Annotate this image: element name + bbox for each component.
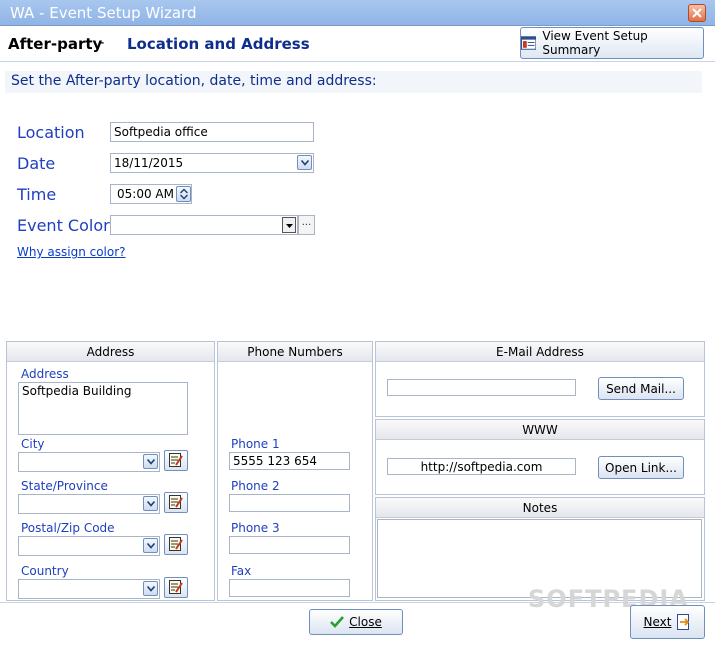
country-edit-button[interactable] [164,577,188,598]
postal-code-edit-button[interactable] [164,534,188,555]
view-summary-button[interactable]: View Event Setup Summary [520,27,704,59]
country-label: Country [21,564,69,578]
title-bar: WA - Event Setup Wizard [0,0,715,26]
phone1-label: Phone 1 [231,437,280,451]
view-summary-label: View Event Setup Summary [542,29,648,57]
date-value: 18/11/2015 [114,156,184,170]
www-input[interactable]: http://softpedia.com [387,458,576,475]
send-mail-button[interactable]: Send Mail... [598,377,684,400]
close-button[interactable]: Close [309,609,403,635]
fax-label: Fax [231,564,252,578]
edit-note-icon [169,580,183,594]
country-dropdown-button[interactable] [143,581,158,596]
location-label: Location [17,123,85,142]
phone2-input[interactable] [229,494,350,512]
time-spin-button[interactable] [176,186,191,202]
state-province-label: State/Province [21,479,108,493]
date-dropdown-button[interactable] [297,155,312,170]
spin-up-down-icon [180,188,188,200]
postal-code-dropdown-button[interactable] [143,538,158,553]
color-dropdown-button[interactable] [282,217,296,233]
chevron-down-icon [147,459,155,465]
phone3-input[interactable] [229,536,350,554]
state-province-select[interactable] [18,494,160,514]
chevron-down-icon [147,586,155,592]
chevron-down-icon [147,501,155,507]
step-title: Location and Address [127,35,310,53]
close-button-label: Close [349,615,382,629]
event-color-label: Event Color [17,216,110,235]
checkmark-icon [330,616,345,628]
city-dropdown-button[interactable] [143,454,158,469]
instruction-text: Set the After-party location, date, time… [5,71,702,93]
close-icon [692,8,702,18]
date-label: Date [17,154,56,173]
phone1-input[interactable]: 5555 123 654 [229,452,350,470]
chevron-down-icon [147,543,155,549]
close-window-button[interactable] [688,4,706,22]
next-button-label: Next [643,615,672,629]
address-textarea[interactable]: Softpedia Building [18,382,188,435]
location-input[interactable]: Softpedia office [110,122,314,142]
state-province-dropdown-button[interactable] [143,496,158,511]
www-panel-header: WWW [376,420,704,440]
phone2-label: Phone 2 [231,479,280,493]
city-label: City [21,437,45,451]
triangle-down-icon [286,224,293,228]
phone-numbers-panel: Phone Numbers [217,341,373,601]
country-select[interactable] [18,579,160,599]
phone-numbers-header: Phone Numbers [218,342,372,362]
window-title: WA - Event Setup Wizard [10,4,197,22]
address-panel-header: Address [7,342,214,362]
step-separator: - [99,33,105,51]
time-value: 05:00 AM [117,187,174,201]
email-input[interactable] [387,379,576,396]
next-button[interactable]: Next [630,605,705,639]
next-page-icon [677,614,690,630]
edit-note-icon [169,453,183,467]
event-color-select[interactable] [110,215,298,235]
state-province-edit-button[interactable] [164,492,188,513]
step-name: After-party [8,35,103,53]
postal-code-select[interactable] [18,536,160,556]
date-picker[interactable]: 18/11/2015 [110,153,314,173]
phone3-label: Phone 3 [231,521,280,535]
summary-window-icon [521,36,537,50]
city-select[interactable] [18,452,160,472]
edit-note-icon [169,537,183,551]
notes-panel-header: Notes [376,498,704,518]
edit-note-icon [169,495,183,509]
time-label: Time [17,185,57,204]
email-panel-header: E-Mail Address [376,342,704,362]
city-edit-button[interactable] [164,450,188,471]
address-label: Address [21,367,69,381]
chevron-down-icon [301,160,309,166]
color-more-button[interactable]: ... [298,215,315,235]
fax-input[interactable] [229,579,350,597]
postal-code-label: Postal/Zip Code [21,521,115,535]
open-link-button[interactable]: Open Link... [598,456,684,479]
why-assign-color-link[interactable]: Why assign color? [17,245,126,259]
